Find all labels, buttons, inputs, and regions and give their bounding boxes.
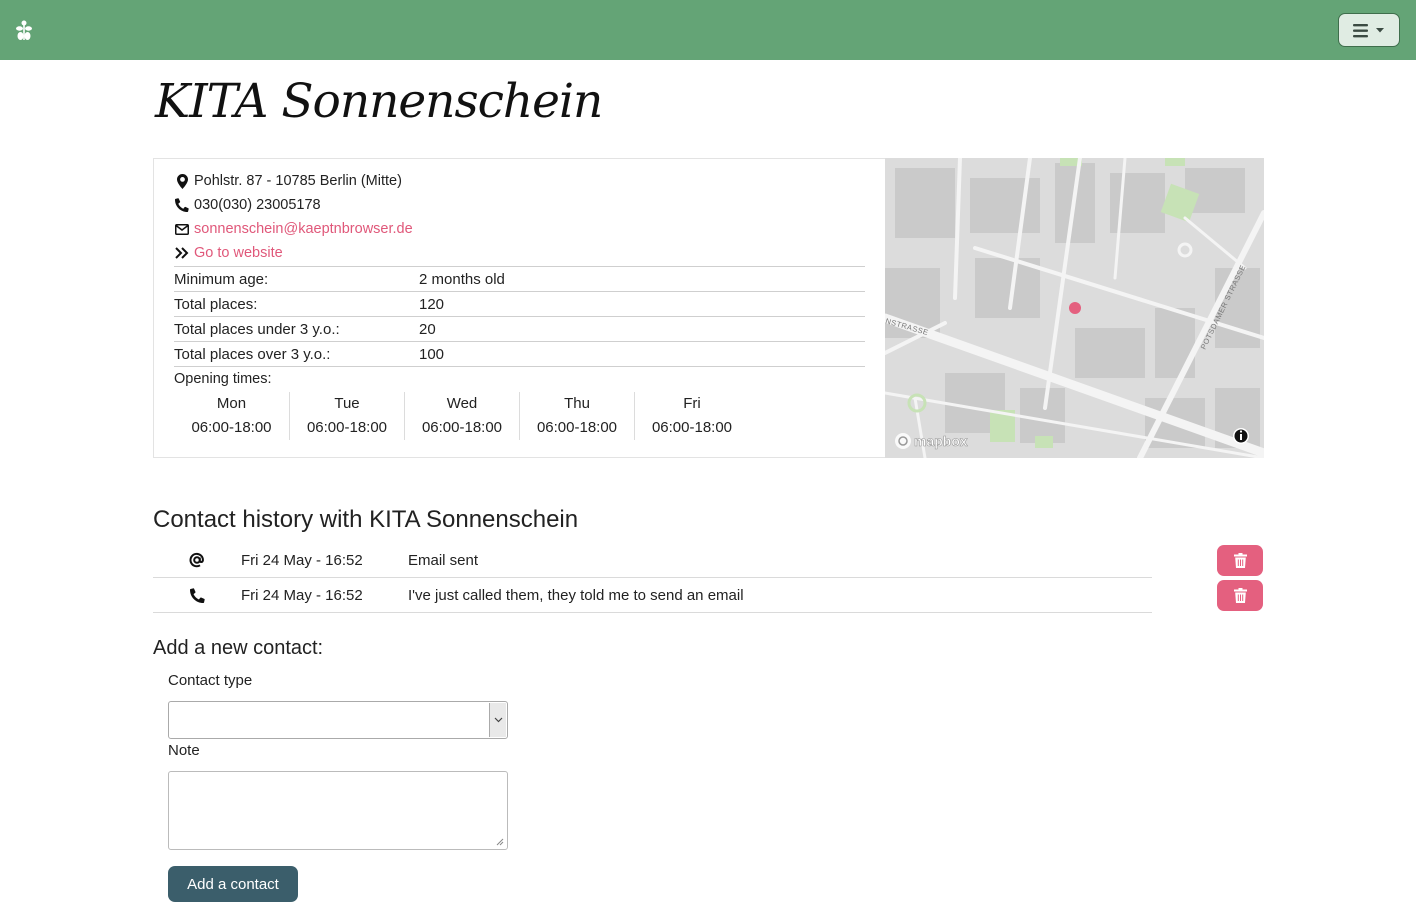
- history-note: I've just called them, they told me to s…: [408, 586, 744, 604]
- day-hours: 06:00-18:00: [191, 419, 272, 436]
- day-hours: 06:00-18:00: [536, 419, 618, 436]
- menu-toggle-button[interactable]: [1338, 13, 1400, 47]
- fact-row-places-over-3: Total places over 3 y.o.: 100: [174, 342, 865, 367]
- chevron-down-icon[interactable]: [489, 703, 506, 737]
- contact-type-label: Contact type: [168, 672, 253, 689]
- history-date: Fri 24 May - 16:52: [241, 551, 363, 569]
- history-entry: Fri 24 May - 16:52 I've just called them…: [153, 578, 1152, 613]
- address-line: Pohlstr. 87 - 10785 Berlin (Mitte): [174, 169, 865, 193]
- navbar: [0, 0, 1416, 60]
- mapbox-attribution: mapbox: [914, 433, 968, 449]
- opening-day-wed: Wed 06:00-18:00: [404, 392, 519, 440]
- note-label: Note: [168, 742, 200, 759]
- day-hours: 06:00-18:00: [421, 419, 503, 436]
- map-marker-icon: [174, 173, 190, 189]
- double-chevron-right-icon: [174, 247, 190, 259]
- website-link[interactable]: Go to website: [194, 245, 283, 261]
- fact-value: 100: [419, 345, 445, 363]
- hamburger-menu-icon: [1353, 24, 1384, 38]
- fact-row-total-places: Total places: 120: [174, 292, 865, 317]
- location-marker-icon[interactable]: [1069, 302, 1081, 314]
- contact-type-select[interactable]: [168, 701, 508, 739]
- opening-times-label: Opening times:: [174, 371, 272, 387]
- resize-grip-icon[interactable]: [496, 838, 504, 846]
- trash-icon: [1233, 553, 1247, 568]
- fact-row-places-under-3: Total places under 3 y.o.: 20: [174, 317, 865, 342]
- address-text: Pohlstr. 87 - 10785 Berlin (Mitte): [194, 173, 402, 189]
- phone-icon: [153, 587, 241, 603]
- contact-history-title: Contact history with KITA Sonnenschein: [153, 506, 579, 533]
- website-line: Go to website: [174, 241, 865, 265]
- email-line: sonnenschein@kaeptnbrowser.de: [174, 217, 865, 241]
- fact-value: 2 months old: [419, 270, 505, 288]
- day-hours: 06:00-18:00: [306, 419, 388, 436]
- at-sign-icon: [153, 552, 241, 568]
- map-canvas: POTSDAMER STRASSE NSTRASSE mapbox: [885, 158, 1264, 458]
- day-name: Tue: [334, 395, 360, 412]
- fact-label: Minimum age:: [174, 270, 269, 288]
- fact-value: 120: [419, 295, 445, 313]
- location-map[interactable]: POTSDAMER STRASSE NSTRASSE mapbox: [885, 158, 1264, 458]
- opening-day-mon: Mon 06:00-18:00: [174, 392, 289, 440]
- delete-contact-button[interactable]: [1217, 580, 1263, 611]
- fact-label: Total places over 3 y.o.:: [174, 345, 331, 363]
- history-row: Fri 24 May - 16:52 I've just called them…: [153, 578, 1263, 613]
- add-contact-title: Add a new contact:: [153, 637, 324, 659]
- phone-icon: [174, 198, 190, 212]
- phone-text: 030(030) 23005178: [194, 197, 321, 213]
- history-entry: Fri 24 May - 16:52 Email sent: [153, 543, 1152, 578]
- history-row: Fri 24 May - 16:52 Email sent: [153, 543, 1263, 578]
- delete-contact-button[interactable]: [1217, 545, 1263, 576]
- caret-down-icon: [1376, 28, 1384, 33]
- facts-table: Minimum age: 2 months old Total places: …: [174, 266, 865, 367]
- opening-day-tue: Tue 06:00-18:00: [289, 392, 404, 440]
- add-contact-button[interactable]: Add a contact: [168, 866, 298, 902]
- kita-details: Pohlstr. 87 - 10785 Berlin (Mitte) 030(0…: [174, 169, 865, 440]
- day-name: Wed: [446, 395, 478, 412]
- note-textarea[interactable]: [168, 771, 508, 850]
- fact-label: Total places under 3 y.o.:: [174, 320, 340, 338]
- sprout-logo-icon[interactable]: [13, 20, 35, 42]
- kita-info-card: Pohlstr. 87 - 10785 Berlin (Mitte) 030(0…: [153, 158, 1264, 458]
- envelope-icon: [174, 223, 190, 235]
- opening-times-grid: Mon 06:00-18:00 Tue 06:00-18:00 Wed 06:0…: [174, 392, 865, 440]
- fact-row-minimum-age: Minimum age: 2 months old: [174, 267, 865, 292]
- mapbox-logo-icon[interactable]: mapbox: [895, 433, 968, 449]
- fact-value: 20: [419, 320, 436, 338]
- day-hours: 06:00-18:00: [651, 419, 733, 436]
- day-name: Mon: [216, 395, 247, 412]
- opening-day-fri: Fri 06:00-18:00: [634, 392, 749, 440]
- history-note: Email sent: [408, 551, 479, 569]
- opening-day-thu: Thu 06:00-18:00: [519, 392, 634, 440]
- phone-line: 030(030) 23005178: [174, 193, 865, 217]
- day-name: Thu: [564, 395, 590, 412]
- contact-history-list: Fri 24 May - 16:52 Email sent Fri 24 May…: [153, 543, 1263, 613]
- history-date: Fri 24 May - 16:52: [241, 586, 363, 604]
- day-name: Fri: [683, 395, 701, 412]
- trash-icon: [1233, 588, 1247, 603]
- page-title: KITA Sonnenschein: [155, 74, 603, 129]
- fact-label: Total places:: [174, 295, 258, 313]
- email-link[interactable]: sonnenschein@kaeptnbrowser.de: [194, 221, 413, 237]
- info-icon[interactable]: [1233, 428, 1249, 444]
